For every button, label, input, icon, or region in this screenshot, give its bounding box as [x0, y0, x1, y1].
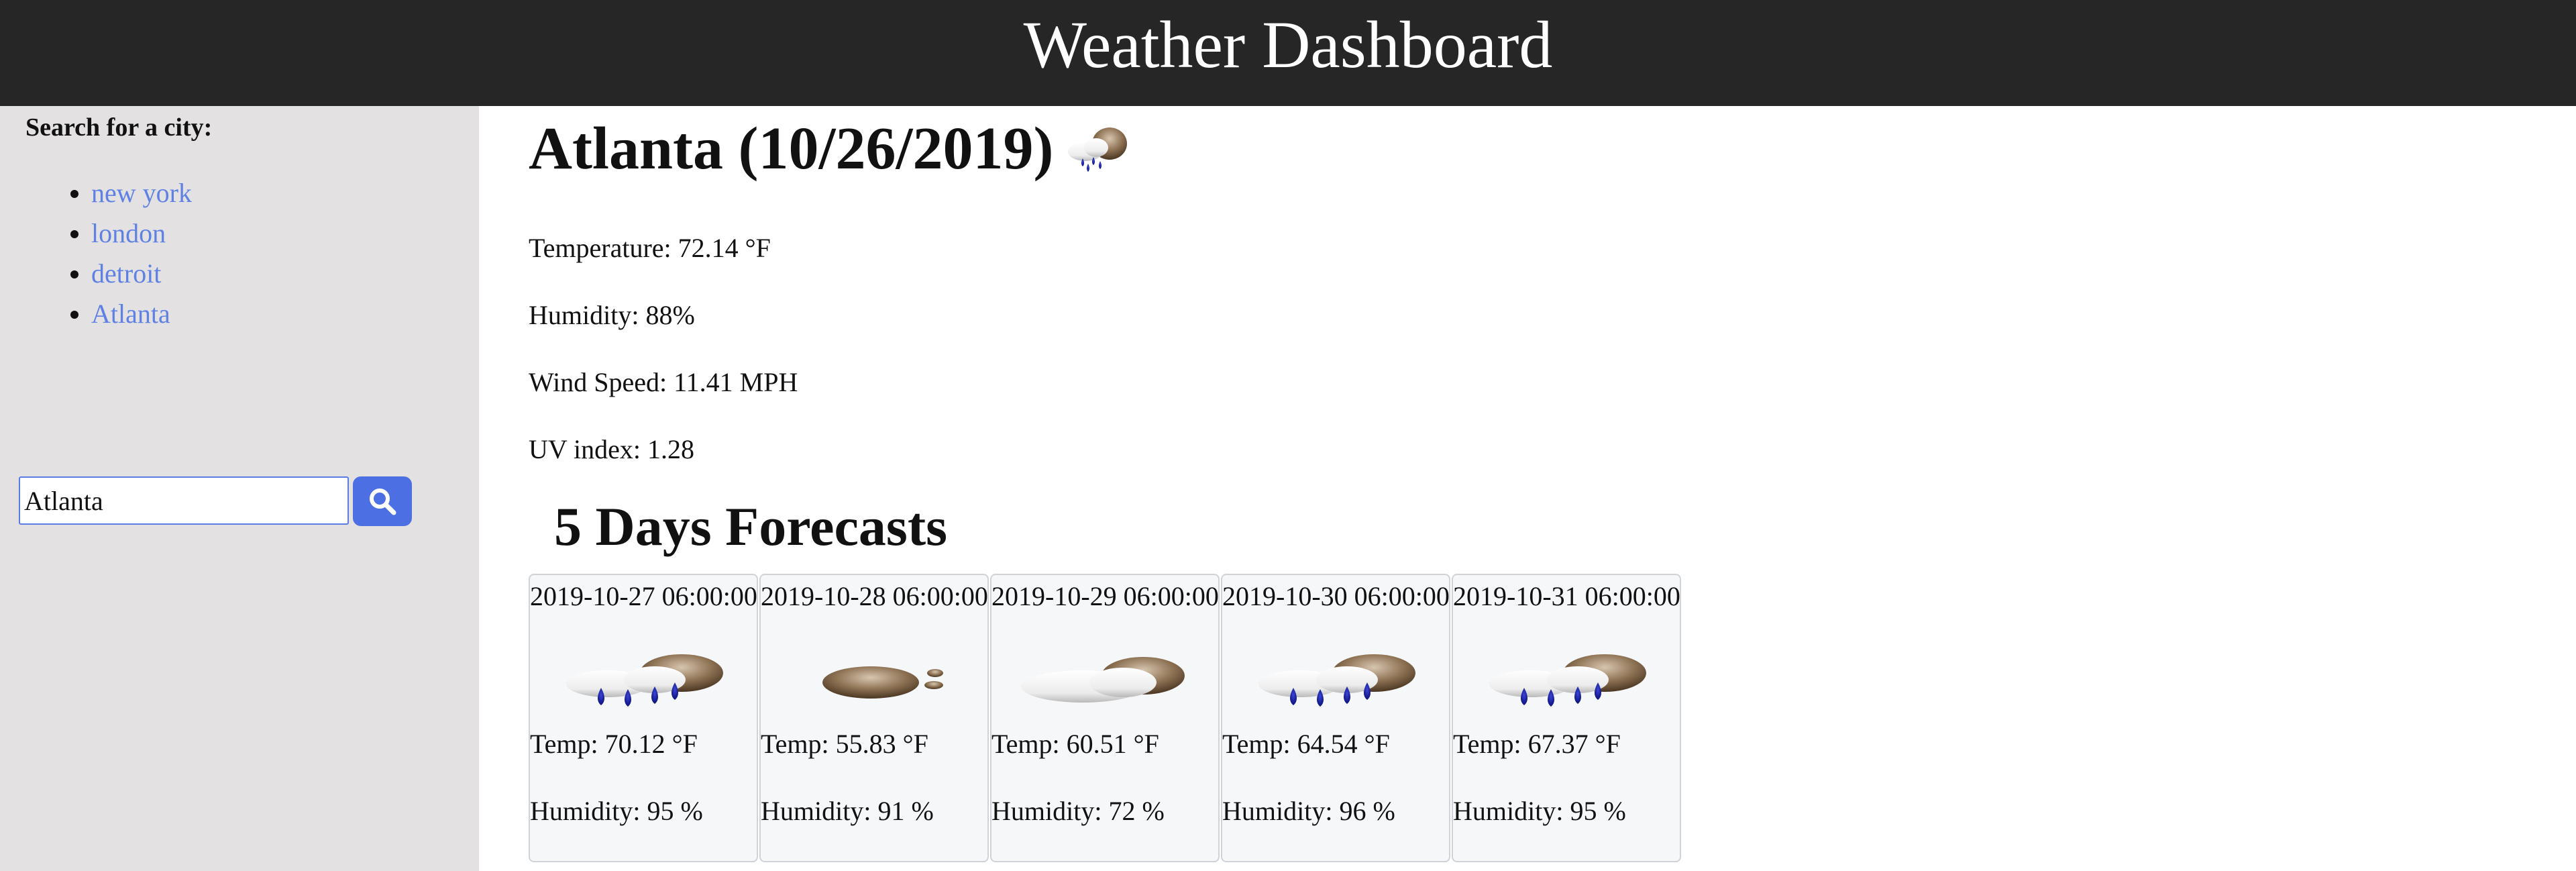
search-label: Search for a city: [25, 113, 213, 142]
forecast-humidity: Humidity: 72 % [991, 796, 1165, 826]
history-item-new-york: new york [91, 173, 192, 213]
history-item-london: london [91, 213, 192, 254]
forecast-title: 5 Days Forecasts [554, 496, 948, 557]
search-history-list: new york london detroit Atlanta [0, 173, 192, 334]
forecast-humidity: Humidity: 91 % [761, 796, 934, 826]
current-wind-speed: Wind Speed: 11.41 MPH [529, 367, 798, 397]
rain-cloud-icon [1068, 127, 1128, 172]
forecast-card: 2019-10-30 06:00:00 Temp: 64.54 °F Humid… [1221, 574, 1450, 862]
forecast-temp: Temp: 64.54 °F [1222, 729, 1390, 759]
search-icon [370, 489, 396, 515]
forecast-temp: Temp: 70.12 °F [530, 729, 698, 759]
forecast-date: 2019-10-30 06:00:00 [1222, 581, 1450, 611]
forecast-temp: Temp: 60.51 °F [991, 729, 1159, 759]
forecast-card: 2019-10-28 06:00:00 Temp: 55.83 °F Humid… [759, 574, 989, 862]
forecast-date: 2019-10-27 06:00:00 [530, 581, 757, 611]
night-cloud-icon [822, 666, 943, 699]
rain-icon [1489, 654, 1646, 707]
forecast-card: 2019-10-31 06:00:00 Temp: 67.37 °F Humid… [1452, 574, 1681, 862]
current-city-heading: Atlanta (10/26/2019) [529, 115, 1054, 182]
city-search-input[interactable] [19, 476, 349, 525]
forecast-humidity: Humidity: 95 % [530, 796, 703, 826]
history-link[interactable]: london [91, 218, 166, 248]
history-link[interactable]: new york [91, 178, 192, 208]
forecast-card: 2019-10-27 06:00:00 Temp: 70.12 °F Humid… [529, 574, 758, 862]
forecast-temp: Temp: 67.37 °F [1453, 729, 1621, 759]
history-link[interactable]: Atlanta [91, 299, 170, 329]
sidebar: Search for a city: new york london detro… [0, 106, 479, 871]
current-uv-index: UV index: 1.28 [529, 434, 695, 464]
history-item-atlanta: Atlanta [91, 294, 192, 334]
current-city-title: Atlanta (10/26/2019) [529, 114, 1132, 183]
cloudy-icon [1021, 657, 1185, 703]
forecast-temp: Temp: 55.83 °F [761, 729, 928, 759]
forecast-humidity: Humidity: 95 % [1453, 796, 1626, 826]
history-link[interactable]: detroit [91, 258, 161, 289]
current-temperature: Temperature: 72.14 °F [529, 233, 771, 263]
rain-icon [566, 654, 723, 707]
forecast-date: 2019-10-31 06:00:00 [1453, 581, 1680, 611]
forecast-humidity: Humidity: 96 % [1222, 796, 1395, 826]
current-humidity: Humidity: 88% [529, 300, 695, 330]
rain-icon [1258, 654, 1415, 707]
page-title: Weather Dashboard [1023, 7, 1553, 82]
app-header: Weather Dashboard [0, 0, 2576, 106]
search-button[interactable] [353, 476, 412, 526]
forecast-date: 2019-10-29 06:00:00 [991, 581, 1219, 611]
history-item-detroit: detroit [91, 254, 192, 294]
forecast-card: 2019-10-29 06:00:00 Temp: 60.51 °F Humid… [990, 574, 1220, 862]
forecast-date: 2019-10-28 06:00:00 [761, 581, 988, 611]
